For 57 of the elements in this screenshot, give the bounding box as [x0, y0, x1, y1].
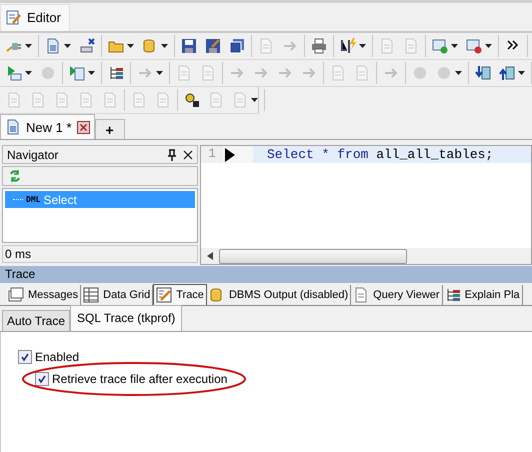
dropdown-arrow-icon[interactable] — [359, 44, 366, 48]
script-icon[interactable] — [69, 65, 85, 81]
dropdown-arrow-icon[interactable] — [451, 44, 458, 48]
dropdown-arrow-icon[interactable] — [518, 71, 525, 75]
tree-icon — [444, 287, 461, 303]
editor-tab[interactable]: Editor — [0, 4, 70, 31]
document-icon[interactable] — [45, 38, 61, 54]
panel-tab[interactable]: DBMS Output (disabled) — [206, 285, 352, 305]
dropdown-arrow-icon[interactable] — [161, 44, 168, 48]
pin-icon[interactable] — [167, 148, 177, 160]
checkbox[interactable] — [18, 350, 32, 364]
dml-tag: DML — [26, 195, 40, 204]
close-icon[interactable] — [76, 120, 90, 134]
panel-tab[interactable]: Trace — [153, 284, 207, 305]
checkbox[interactable] — [35, 372, 49, 386]
code-editor[interactable]: 1 Select * from all_all_tables; — [200, 145, 532, 265]
scroll-left-icon[interactable] — [207, 252, 213, 260]
new-tab-button[interactable]: + — [94, 119, 125, 139]
panel-title: Trace — [0, 266, 532, 283]
dropdown-arrow-icon[interactable] — [25, 44, 32, 48]
lightning-icon[interactable] — [340, 38, 356, 54]
panel-tab[interactable]: Query Viewer — [351, 285, 443, 305]
pencil-page-icon — [5, 9, 21, 25]
panel-tab[interactable]: Messages — [6, 285, 82, 305]
item-label: Select — [43, 192, 77, 206]
status-text: 0 ms — [2, 245, 198, 263]
dropdown-arrow-icon[interactable] — [485, 44, 492, 48]
line-number: 1 — [201, 146, 223, 163]
scrollbar-thumb[interactable] — [219, 248, 407, 264]
remove-icon[interactable] — [466, 38, 482, 54]
checkbox-label: Enabled — [35, 350, 80, 364]
window-icon — [8, 287, 24, 303]
upload-icon[interactable] — [499, 65, 515, 81]
dropdown-arrow-icon[interactable] — [88, 71, 95, 75]
document-tab[interactable]: New 1 * — [0, 114, 95, 139]
run-icon[interactable] — [6, 65, 22, 81]
printer-icon[interactable] — [311, 38, 327, 54]
sub-tab[interactable]: Auto Trace — [2, 310, 70, 331]
dropdown-arrow-icon[interactable] — [64, 44, 71, 48]
dropdown-arrow-icon[interactable] — [25, 71, 32, 75]
floppy-pencil-icon[interactable] — [205, 38, 221, 54]
sub-tab[interactable]: SQL Trace (tkprof) — [70, 305, 182, 331]
document-icon — [5, 119, 21, 135]
disconnect-icon[interactable] — [79, 38, 95, 54]
tree-item[interactable]: DML Select — [5, 191, 195, 208]
checkbox-label: Retrieve trace file after execution — [52, 372, 228, 386]
panel-title: Navigator — [7, 148, 60, 162]
pencil-icon — [156, 287, 172, 303]
download-icon[interactable] — [475, 65, 491, 81]
add-icon[interactable] — [432, 38, 448, 54]
floppy-stack-icon[interactable] — [229, 38, 245, 54]
panel-tab[interactable]: Explain Pla — [442, 285, 523, 305]
dropdown-arrow-icon[interactable] — [127, 44, 134, 48]
close-icon[interactable] — [183, 150, 193, 160]
page-icon — [353, 287, 370, 303]
grid-icon — [83, 287, 100, 303]
tree-icon[interactable] — [108, 65, 124, 81]
